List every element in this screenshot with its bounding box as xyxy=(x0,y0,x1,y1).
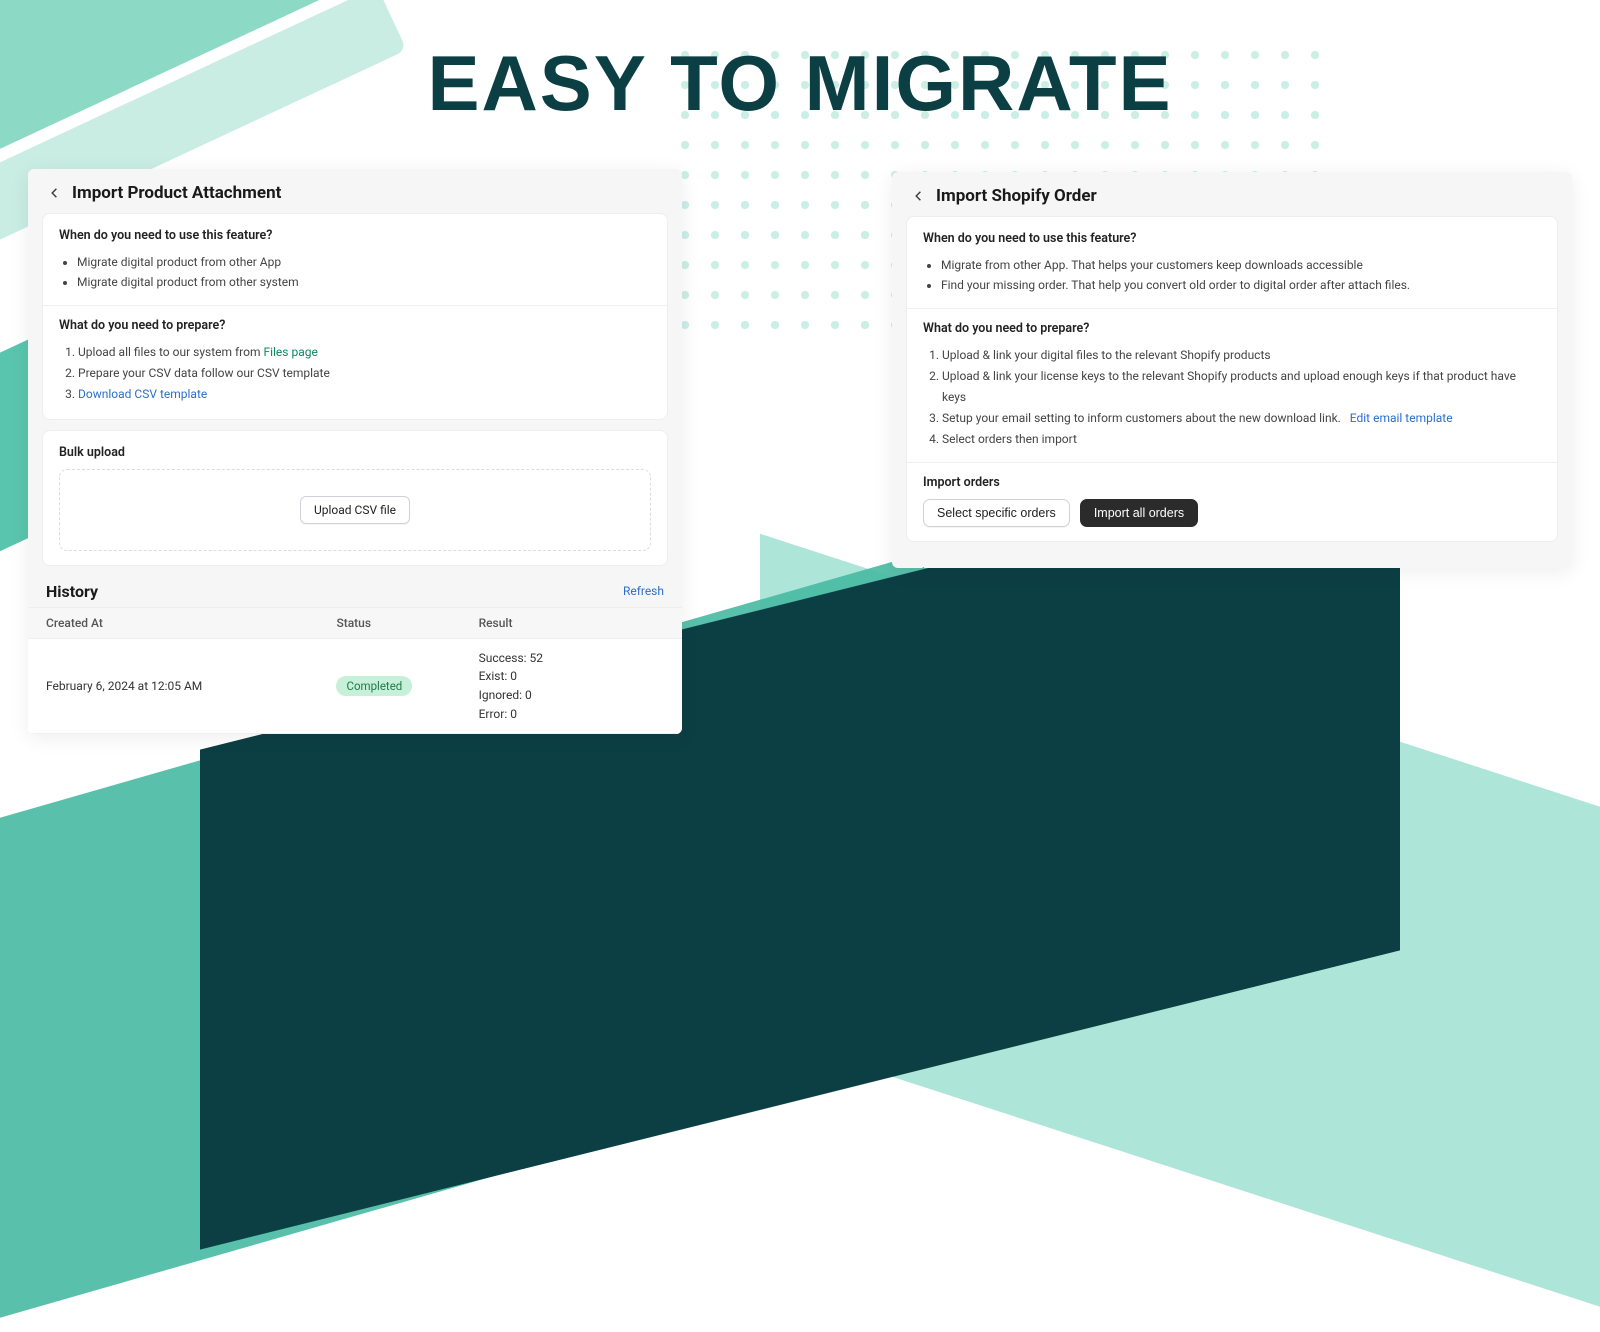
col-status: Status xyxy=(336,616,478,630)
when-item: Migrate digital product from other App xyxy=(77,252,651,272)
page-title: Import Shopify Order xyxy=(936,186,1097,206)
when-heading: When do you need to use this feature? xyxy=(923,231,1541,246)
bulk-upload-card: Bulk upload Upload CSV file xyxy=(42,430,668,566)
result-line: Exist: 0 xyxy=(479,667,664,686)
page-title: Import Product Attachment xyxy=(72,183,281,203)
when-item: Migrate from other App. That helps your … xyxy=(941,255,1541,275)
when-heading: When do you need to use this feature? xyxy=(59,228,651,243)
prepare-step-text: Setup your email setting to inform custo… xyxy=(942,411,1341,425)
history-title: History xyxy=(46,582,98,601)
cell-created-at: February 6, 2024 at 12:05 AM xyxy=(46,679,336,693)
when-item: Find your missing order. That help you c… xyxy=(941,275,1541,295)
prepare-step: Upload all files to our system from File… xyxy=(78,342,651,363)
result-line: Ignored: 0 xyxy=(479,686,664,705)
col-created-at: Created At xyxy=(46,616,336,630)
prepare-step: Prepare your CSV data follow our CSV tem… xyxy=(78,363,651,384)
intro-card: When do you need to use this feature? Mi… xyxy=(906,216,1558,542)
bulk-upload-heading: Bulk upload xyxy=(59,445,651,460)
cell-result: Success: 52 Exist: 0 Ignored: 0 Error: 0 xyxy=(479,649,664,723)
refresh-link[interactable]: Refresh xyxy=(1513,566,1554,568)
select-specific-orders-button[interactable]: Select specific orders xyxy=(923,499,1070,527)
when-item: Migrate digital product from other syste… xyxy=(77,272,651,292)
history-table: Created At Status Result February 6, 202… xyxy=(28,607,682,734)
download-csv-template-link[interactable]: Download CSV template xyxy=(78,387,207,401)
table-row: February 6, 2024 at 12:05 AM Completed S… xyxy=(28,639,682,734)
prepare-step: Upload & link your license keys to the r… xyxy=(942,366,1541,408)
prepare-step: Setup your email setting to inform custo… xyxy=(942,408,1541,429)
prepare-step: Upload & link your digital files to the … xyxy=(942,345,1541,366)
headline: EASY TO MIGRATE xyxy=(0,0,1600,129)
back-arrow-icon[interactable] xyxy=(912,189,926,203)
intro-card: When do you need to use this feature? Mi… xyxy=(42,213,668,420)
import-all-orders-button[interactable]: Import all orders xyxy=(1080,499,1198,527)
refresh-link[interactable]: Refresh xyxy=(623,584,664,598)
back-arrow-icon[interactable] xyxy=(48,186,62,200)
result-line: Error: 0 xyxy=(479,705,664,724)
files-page-link[interactable]: Files page xyxy=(263,345,317,359)
import-orders-heading: Import orders xyxy=(923,475,1541,490)
prepare-step: Download CSV template xyxy=(78,384,651,405)
import-product-attachment-panel: Import Product Attachment When do you ne… xyxy=(28,169,682,734)
import-shopify-order-panel: Import Shopify Order When do you need to… xyxy=(892,172,1572,568)
upload-dropzone[interactable]: Upload CSV file xyxy=(59,469,651,551)
upload-csv-button[interactable]: Upload CSV file xyxy=(300,496,410,524)
status-badge: Completed xyxy=(336,676,412,696)
edit-email-template-link[interactable]: Edit email template xyxy=(1350,411,1453,425)
history-title: History xyxy=(910,564,962,568)
prepare-heading: What do you need to prepare? xyxy=(59,318,651,333)
col-result: Result xyxy=(479,616,664,630)
result-line: Success: 52 xyxy=(479,649,664,668)
prepare-step-text: Upload all files to our system from xyxy=(78,345,263,359)
prepare-step: Select orders then import xyxy=(942,429,1541,450)
prepare-heading: What do you need to prepare? xyxy=(923,321,1541,336)
